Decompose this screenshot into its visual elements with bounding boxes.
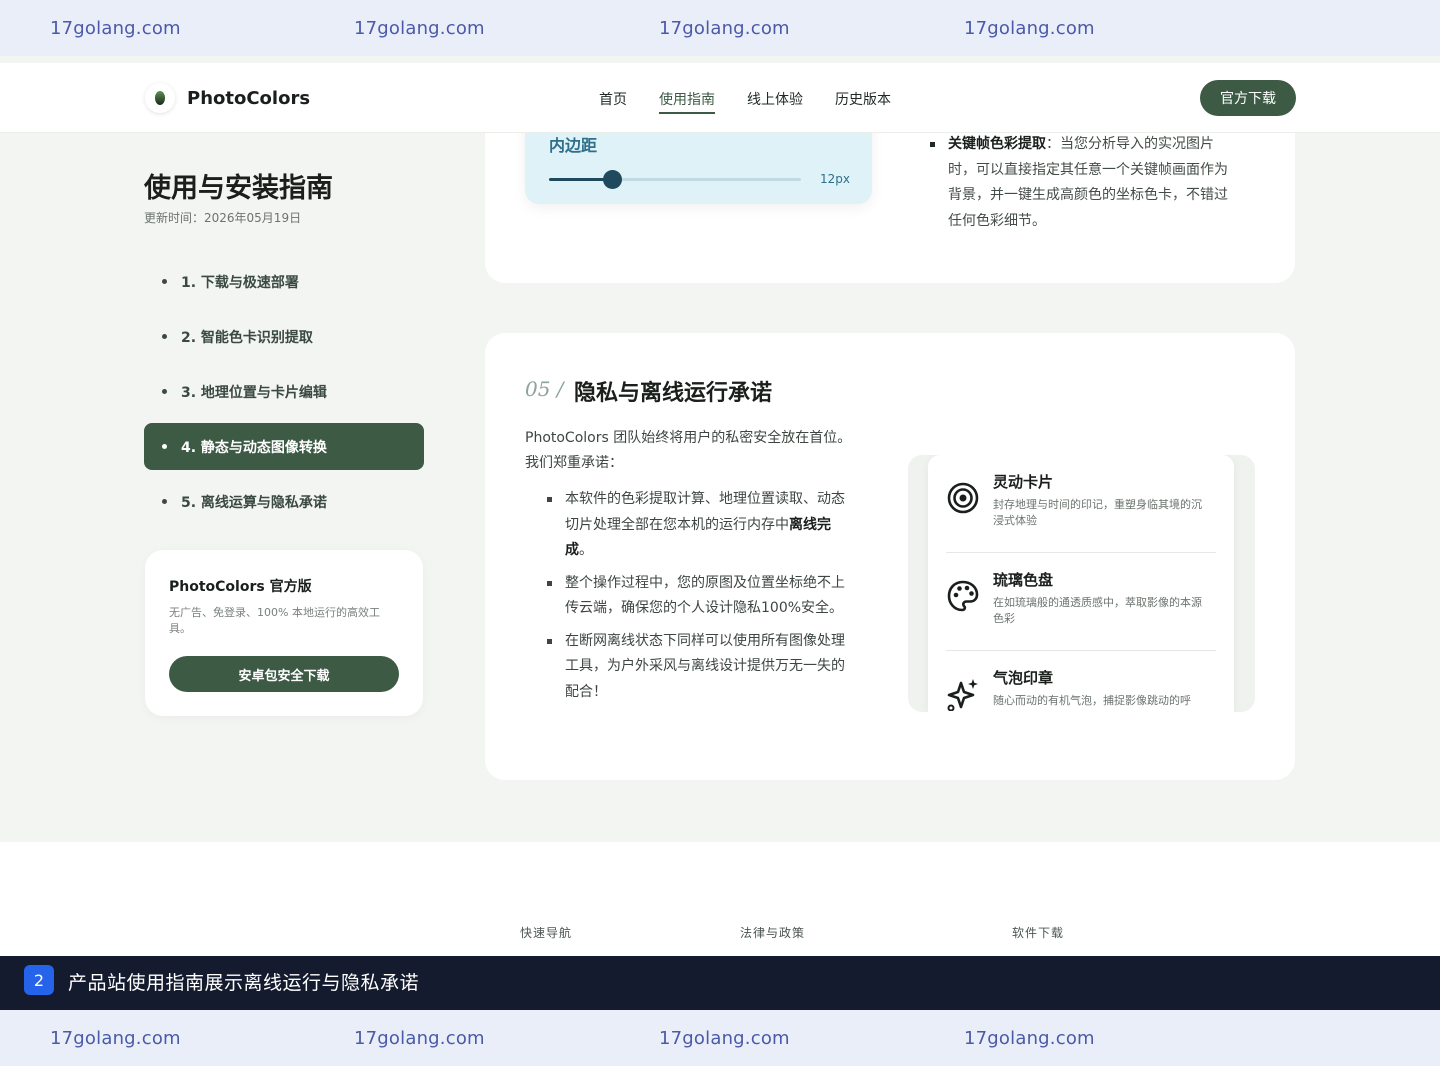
official-download-button[interactable]: 官方下载 <box>1200 80 1296 116</box>
watermark-text: 17golang.com <box>50 1027 181 1049</box>
bullet-icon <box>162 279 167 284</box>
toc-item-active[interactable]: 4. 静态与动态图像转换 <box>144 423 424 470</box>
sparkle-icon <box>947 679 978 711</box>
list-item: 关键帧色彩提取：当您分析导入的实况图片时，可以直接指定其任意一个关键帧画面作为背… <box>930 132 1240 234</box>
toc-item[interactable]: 2. 智能色卡识别提取 <box>144 313 424 360</box>
watermark-text: 17golang.com <box>354 1027 485 1049</box>
feature-title: 灵动卡片 <box>993 473 1054 491</box>
bullet-icon <box>162 334 167 339</box>
target-icon <box>947 482 979 514</box>
promo-desc: 无广告、免登录、100% 本地运行的高效工具。 <box>169 606 380 635</box>
watermark-text: 17golang.com <box>659 1027 790 1049</box>
brand-logo[interactable]: PhotoColors <box>145 83 310 113</box>
list-item: 在断网离线状态下同样可以使用所有图像处理工具，为户外采风与离线设计提供万无一失的… <box>547 629 857 706</box>
page-title: 使用与安装指南 <box>144 173 333 204</box>
list-item: 整个操作过程中，您的原图及位置坐标绝不上传云端，确保您的个人设计隐私100%安全… <box>547 571 857 622</box>
promo-title: PhotoColors 官方版 <box>169 579 312 595</box>
nav-history[interactable]: 历史版本 <box>835 89 891 114</box>
feature-desc: 封存地理与时间的印记，重塑身临其境的沉浸式体验 <box>993 498 1202 527</box>
palette-icon <box>947 580 979 612</box>
feature-title: 琉璃色盘 <box>993 571 1054 589</box>
watermark-bar-top: 17golang.com 17golang.com 17golang.com 1… <box>0 0 1440 56</box>
footer-heading: 法律与政策 <box>740 926 806 940</box>
padding-slider[interactable] <box>549 170 801 189</box>
bullet-icon <box>162 499 167 504</box>
feature-item: 琉璃色盘 在如琉璃般的通透质感中，萃取影像的本源色彩 <box>946 553 1216 651</box>
padding-value: 12px <box>820 172 850 186</box>
watermark-text: 17golang.com <box>354 17 485 39</box>
updated-date: 更新时间：2026年05月19日 <box>144 211 302 225</box>
padding-label: 内边距 <box>549 136 598 155</box>
toc-item[interactable]: 3. 地理位置与卡片编辑 <box>144 368 424 415</box>
logo-icon <box>145 83 175 113</box>
nav-online-demo[interactable]: 线上体验 <box>747 89 803 114</box>
toc-item[interactable]: 5. 离线运算与隐私承诺 <box>144 478 424 525</box>
privacy-section-card: 05 / 隐私与离线运行承诺 PhotoColors 团队始终将用户的私密安全放… <box>485 333 1295 780</box>
watermark-text: 17golang.com <box>964 1027 1095 1049</box>
bullet-icon <box>162 389 167 394</box>
footer-heading: 软件下载 <box>1012 926 1065 940</box>
watermark-text: 17golang.com <box>50 17 181 39</box>
padding-slider-handle[interactable] <box>603 170 622 189</box>
table-of-contents: 1. 下载与极速部署 2. 智能色卡识别提取 3. 地理位置与卡片编辑 4. 静… <box>144 258 424 533</box>
section-number: 05 / <box>525 377 564 401</box>
toc-item[interactable]: 1. 下载与极速部署 <box>144 258 424 305</box>
watermark-bar-bottom: 17golang.com 17golang.com 17golang.com 1… <box>0 1010 1440 1066</box>
nav-home[interactable]: 首页 <box>599 89 627 114</box>
footer-heading: 快速导航 <box>520 926 573 940</box>
feature-item: 灵动卡片 封存地理与时间的印记，重塑身临其境的沉浸式体验 <box>946 455 1216 553</box>
list-item: 本软件的色彩提取计算、地理位置读取、动态切片处理全部在您本机的运行内存中离线完成… <box>547 487 857 564</box>
privacy-bullet-list: 本软件的色彩提取计算、地理位置读取、动态切片处理全部在您本机的运行内存中离线完成… <box>547 487 857 712</box>
section-intro: PhotoColors 团队始终将用户的私密安全放在首位。我们郑重承诺： <box>525 430 852 471</box>
feature-title: 气泡印章 <box>993 669 1054 687</box>
site-footer: 快速导航 法律与政策 软件下载 <box>0 842 1440 956</box>
watermark-text: 17golang.com <box>659 17 790 39</box>
main-nav: 首页 使用指南 线上体验 历史版本 <box>599 89 923 114</box>
brand-name: PhotoColors <box>187 87 311 109</box>
previous-section-card: 内边距 12px 关键帧色彩提取：当您分析导入的实况图片时，可以直接指定其任意一… <box>485 110 1295 283</box>
feature-preview-panel: 灵动卡片 封存地理与时间的印记，重塑身临其境的沉浸式体验 琉璃色盘 在如琉璃般的… <box>908 455 1255 712</box>
caption-bar: 2 产品站使用指南展示离线运行与隐私承诺 <box>0 956 1440 1010</box>
keyframe-bullet-list: 关键帧色彩提取：当您分析导入的实况图片时，可以直接指定其任意一个关键帧画面作为背… <box>930 132 1240 234</box>
caption-text: 产品站使用指南展示离线运行与隐私承诺 <box>68 972 420 994</box>
feature-desc: 在如琉璃般的通透质感中，萃取影像的本源色彩 <box>993 596 1202 625</box>
nav-guide[interactable]: 使用指南 <box>659 89 715 114</box>
step-badge: 2 <box>24 965 54 995</box>
site-header: PhotoColors 首页 使用指南 线上体验 历史版本 官方下载 <box>0 63 1440 133</box>
download-promo-card: PhotoColors 官方版 无广告、免登录、100% 本地运行的高效工具。 … <box>145 550 423 716</box>
watermark-text: 17golang.com <box>964 17 1095 39</box>
apk-download-button[interactable]: 安卓包安全下载 <box>169 656 399 692</box>
section-title: 隐私与离线运行承诺 <box>574 381 773 406</box>
feature-desc: 随心而动的有机气泡，捕捉影像跳动的呼 <box>993 694 1191 707</box>
feature-list[interactable]: 灵动卡片 封存地理与时间的印记，重塑身临其境的沉浸式体验 琉璃色盘 在如琉璃般的… <box>928 455 1234 712</box>
bullet-icon <box>162 444 167 449</box>
feature-item: 气泡印章 随心而动的有机气泡，捕捉影像跳动的呼 <box>946 651 1216 712</box>
bullet-bold: 关键帧色彩提取 <box>948 136 1046 152</box>
